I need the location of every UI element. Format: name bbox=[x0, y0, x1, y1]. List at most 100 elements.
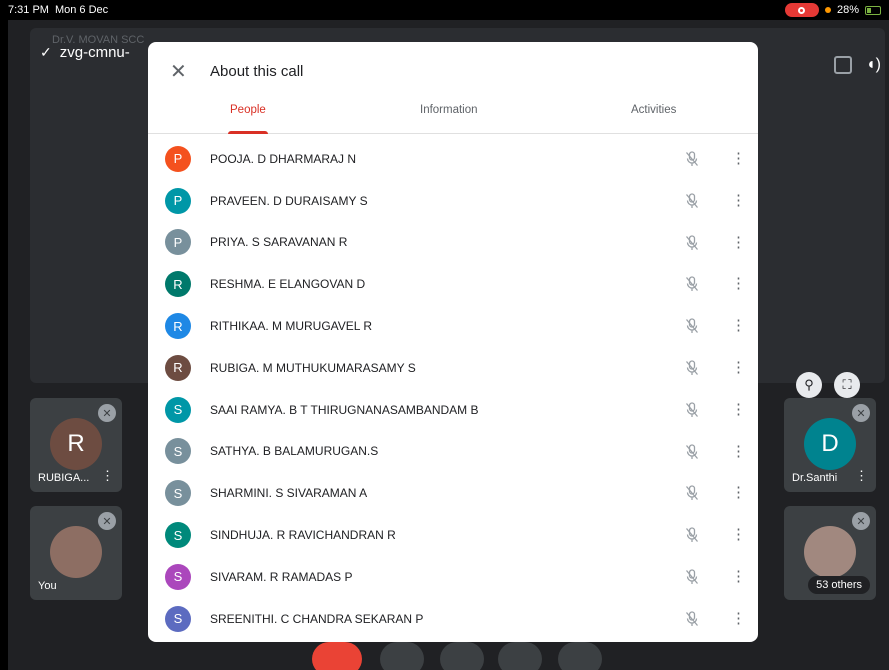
list-item[interactable]: P POOJA. D DHARMARAJ N ⋮ bbox=[148, 138, 758, 180]
participant-name: SAAI RAMYA. B T THIRUGNANASAMBANDAM B bbox=[210, 402, 479, 417]
close-icon[interactable]: ✕ bbox=[170, 59, 192, 84]
more-vert-icon[interactable]: ⋮ bbox=[731, 525, 746, 545]
mic-off-icon bbox=[686, 611, 698, 626]
more-vert-icon[interactable]: ⋮ bbox=[731, 483, 746, 503]
mic-off-icon bbox=[686, 527, 698, 543]
pin-icon[interactable]: ⚲ bbox=[796, 372, 822, 398]
more-vert-icon[interactable]: ⋮ bbox=[855, 468, 868, 484]
participant-tile[interactable]: ✕ D Dr.Santhi ⋮ bbox=[784, 398, 876, 492]
meeting-header: Dr.V. MOVAN SCC ✓ zvg-cmnu- bbox=[40, 34, 144, 61]
list-item[interactable]: S SHARMINI. S SIVARAMAN A ⋮ bbox=[148, 472, 758, 514]
participant-name: SIVARAM. R RAMADAS P bbox=[210, 569, 353, 584]
list-item[interactable]: S SINDHUJA. R RAVICHANDRAN R ⋮ bbox=[148, 514, 758, 556]
participant-name: PRAVEEN. D DURAISAMY S bbox=[210, 193, 368, 208]
mic-off-icon bbox=[686, 234, 698, 250]
more-vert-icon[interactable]: ⋮ bbox=[731, 191, 746, 211]
list-item[interactable]: P PRIYA. S SARAVANAN R ⋮ bbox=[148, 222, 758, 264]
fullscreen-icon[interactable]: ⛶ bbox=[834, 372, 860, 398]
status-left: 7:31 PM Mon 6 Dec bbox=[8, 4, 108, 16]
mic-off-icon: ✕ bbox=[852, 404, 870, 422]
avatar: P bbox=[165, 187, 191, 214]
participant-name: SINDHUJA. R RAVICHANDRAN R bbox=[210, 528, 396, 543]
participant-name: PRIYA. S SARAVANAN R bbox=[210, 235, 348, 250]
avatar: R bbox=[165, 313, 191, 340]
more-vert-icon[interactable]: ⋮ bbox=[731, 233, 746, 253]
avatar: S bbox=[165, 605, 191, 632]
end-call-button[interactable] bbox=[312, 642, 362, 670]
more-vert-icon[interactable]: ⋮ bbox=[731, 149, 746, 169]
avatar-photo bbox=[50, 526, 102, 578]
list-item[interactable]: R RESHMA. E ELANGOVAN D ⋮ bbox=[148, 263, 758, 305]
camera-button[interactable] bbox=[380, 642, 424, 670]
more-options-button[interactable] bbox=[558, 642, 602, 670]
tile-name: Dr.Santhi bbox=[792, 472, 838, 484]
participant-tile[interactable]: ✕ R RUBIGA... ⋮ bbox=[30, 398, 122, 492]
meeting-code: zvg-cmnu- bbox=[59, 44, 130, 61]
avatar-photo bbox=[804, 526, 856, 578]
list-item[interactable]: S SREENITHI. C CHANDRA SEKARAN P ⋮ bbox=[148, 598, 758, 640]
more-vert-icon[interactable]: ⋮ bbox=[101, 468, 114, 484]
tile-name: RUBIGA... bbox=[38, 472, 90, 484]
active-tab-indicator bbox=[228, 131, 268, 134]
mic-off-icon bbox=[686, 402, 698, 417]
more-vert-icon[interactable]: ⋮ bbox=[731, 442, 746, 462]
recording-indicator-icon bbox=[784, 3, 819, 17]
avatar: S bbox=[165, 480, 191, 507]
dialog-tabs: People Information Activities bbox=[148, 100, 758, 134]
others-count[interactable]: 53 others bbox=[808, 576, 870, 594]
more-vert-icon[interactable]: ⋮ bbox=[731, 316, 746, 336]
tile-name: You bbox=[38, 580, 57, 592]
participant-name: RUBIGA. M MUTHUKUMARASAMY S bbox=[210, 360, 416, 375]
list-item[interactable]: S SIVARAM. R RAMADAS P ⋮ bbox=[148, 556, 758, 598]
mic-button[interactable] bbox=[440, 642, 484, 670]
mic-off-icon bbox=[686, 276, 698, 292]
switch-camera-icon[interactable] bbox=[834, 56, 852, 74]
list-item[interactable]: R RUBIGA. M MUTHUKUMARASAMY S ⋮ bbox=[148, 347, 758, 389]
hand-raise-button[interactable] bbox=[498, 642, 542, 670]
dialog-header: ✕ About this call bbox=[148, 42, 758, 100]
battery-icon bbox=[865, 5, 881, 15]
list-item[interactable]: P PRAVEEN. D DURAISAMY S ⋮ bbox=[148, 180, 758, 222]
status-time: 7:31 PM bbox=[8, 4, 49, 16]
camera-in-use-icon bbox=[824, 7, 831, 13]
presenter-name: Dr.V. MOVAN SCC bbox=[52, 34, 145, 46]
mic-off-icon: ✕ bbox=[98, 512, 116, 530]
mic-off-icon bbox=[686, 485, 698, 501]
dialog-title: About this call bbox=[210, 62, 304, 80]
tab-people[interactable]: People bbox=[230, 104, 266, 116]
mic-off-icon: ✕ bbox=[852, 512, 870, 530]
mic-off-icon bbox=[686, 193, 698, 208]
avatar: P bbox=[165, 145, 191, 172]
mic-off-icon: ✕ bbox=[98, 404, 116, 422]
avatar: S bbox=[165, 563, 191, 590]
status-bar: 7:31 PM Mon 6 Dec 28% bbox=[0, 0, 889, 20]
avatar: D bbox=[804, 418, 856, 470]
list-item[interactable]: S SATHYA. B BALAMURUGAN.S ⋮ bbox=[148, 431, 758, 473]
mic-off-icon bbox=[686, 360, 698, 375]
more-vert-icon[interactable]: ⋮ bbox=[731, 567, 746, 587]
participant-name: SHARMINI. S SIVARAMAN A bbox=[210, 486, 368, 501]
about-call-dialog: ✕ About this call People Information Act… bbox=[148, 42, 758, 642]
more-vert-icon[interactable]: ⋮ bbox=[731, 400, 746, 420]
tab-information[interactable]: Information bbox=[420, 104, 478, 116]
avatar: R bbox=[165, 354, 191, 381]
participant-name: SREENITHI. C CHANDRA SEKARAN P bbox=[210, 611, 424, 626]
participant-tile-others[interactable]: ✕ 53 others bbox=[784, 506, 876, 600]
mic-off-icon bbox=[686, 569, 698, 584]
more-vert-icon[interactable]: ⋮ bbox=[731, 274, 746, 294]
status-date: Mon 6 Dec bbox=[54, 4, 109, 16]
tab-activities[interactable]: Activities bbox=[631, 104, 676, 116]
avatar: R bbox=[165, 271, 191, 298]
mic-off-icon bbox=[686, 443, 698, 459]
list-item[interactable]: R RITHIKAA. M MURUGAVEL R ⋮ bbox=[148, 305, 758, 347]
more-vert-icon[interactable]: ⋮ bbox=[731, 358, 746, 378]
participant-name: SATHYA. B BALAMURUGAN.S bbox=[210, 444, 379, 459]
top-right-actions: ◖) bbox=[834, 56, 881, 74]
speaker-icon[interactable]: ◖) bbox=[866, 56, 881, 74]
more-vert-icon[interactable]: ⋮ bbox=[731, 609, 746, 629]
status-right: 28% bbox=[784, 3, 881, 17]
chevron-down-icon[interactable]: ✓ bbox=[40, 44, 52, 61]
participant-tile-self[interactable]: ✕ You bbox=[30, 506, 122, 600]
participant-list: P POOJA. D DHARMARAJ N ⋮ P PRAVEEN. D DURAIS… bbox=[148, 138, 758, 640]
list-item[interactable]: S SAAI RAMYA. B T THIRUGNANASAMBANDAM B ⋮ bbox=[148, 389, 758, 431]
